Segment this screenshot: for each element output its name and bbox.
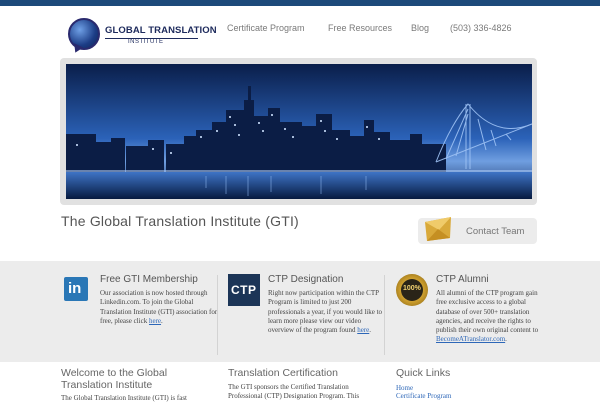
site-logo[interactable]: GLOBAL TRANSLATION INSTITUTE	[68, 18, 217, 55]
quick-link-home[interactable]: Home	[396, 384, 413, 392]
feature-description-tail: .	[505, 335, 507, 344]
membership-here-link[interactable]: here	[149, 317, 161, 325]
feature-free-membership: in Free GTI Membership Our association i…	[64, 261, 224, 362]
quick-links-heading: Quick Links	[396, 367, 451, 379]
nav-free-resources[interactable]: Free Resources	[328, 23, 392, 33]
features-band: in Free GTI Membership Our association i…	[0, 261, 600, 362]
nav-blog[interactable]: Blog	[411, 23, 429, 33]
page-title: The Global Translation Institute (GTI)	[61, 213, 299, 229]
top-accent-bar	[0, 0, 600, 6]
linkedin-icon[interactable]: in	[64, 277, 88, 301]
translation-certification-heading: Translation Certification	[228, 367, 338, 379]
ctp-logo-text: CTP	[231, 283, 257, 297]
translation-certification-text: The GTI sponsors the Certified Translati…	[228, 383, 360, 400]
logo-text-line2: INSTITUTE	[128, 39, 164, 45]
contact-team-label: Contact Team	[466, 226, 525, 237]
feature-divider	[217, 275, 218, 355]
feature-description: Our association is now hosted through Li…	[100, 289, 220, 326]
welcome-heading: Welcome to the Global Translation Instit…	[61, 367, 168, 391]
ctp-video-here-link[interactable]: here	[357, 326, 369, 334]
feature-ctp-designation: CTP CTP Designation Right now participat…	[228, 261, 388, 362]
seal-badge-text: 100%	[403, 285, 421, 292]
feature-title: Free GTI Membership	[100, 274, 198, 285]
contact-team-button[interactable]: Contact Team	[418, 217, 537, 244]
feature-ctp-alumni: 100% CTP Alumni All alumni of the CTP pr…	[396, 261, 556, 362]
feature-title: CTP Alumni	[436, 274, 489, 285]
feature-title: CTP Designation	[268, 274, 344, 285]
feature-description: All alumni of the CTP program gain free …	[436, 289, 548, 345]
linkedin-icon-text: in	[68, 280, 82, 297]
ctp-logo-icon[interactable]: CTP	[228, 274, 260, 306]
welcome-text: The Global Translation Institute (GTI) i…	[61, 394, 187, 402]
become-a-translator-link[interactable]: BecomeATranslator.com	[436, 335, 505, 343]
nav-certificate-program[interactable]: Certificate Program	[227, 23, 305, 33]
logo-text-line1: GLOBAL TRANSLATION	[105, 25, 217, 36]
feature-description-tail: .	[369, 326, 372, 335]
seal-badge-icon: 100%	[396, 274, 428, 306]
feature-description-text: All alumni of the CTP program gain free …	[436, 289, 539, 335]
feature-description: Right now participation within the CTP P…	[268, 289, 388, 335]
feature-divider	[384, 275, 385, 355]
feature-description-tail: .	[161, 316, 163, 325]
nav-phone-number[interactable]: (503) 336-4826	[450, 23, 512, 33]
envelope-icon	[425, 217, 451, 241]
hero-image-city-skyline	[66, 64, 532, 199]
quick-link-certificate-program[interactable]: Certificate Program	[396, 392, 451, 400]
